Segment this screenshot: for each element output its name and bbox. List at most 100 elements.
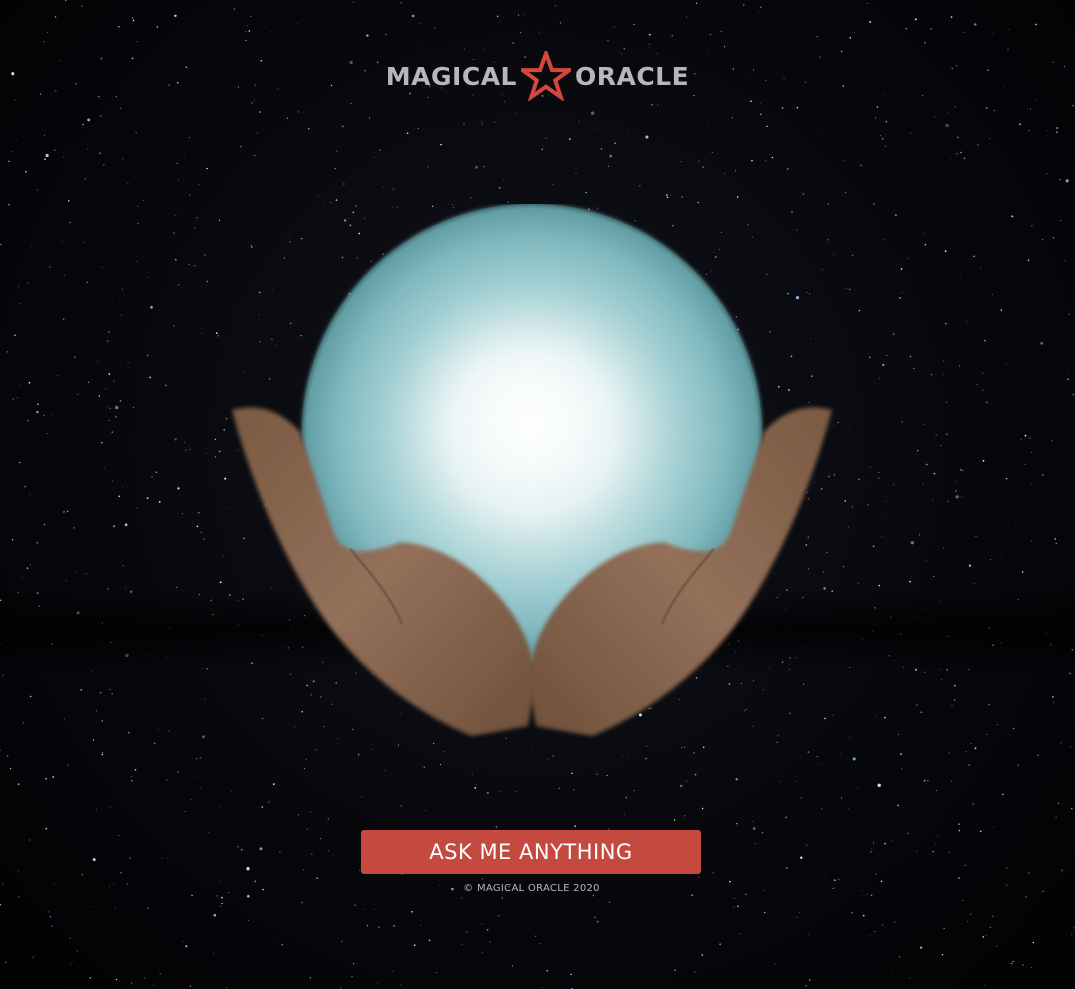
star-dot [950,780,953,783]
star-dot [858,478,860,481]
star-dot [65,579,67,582]
star-dot [401,873,403,876]
star-dot [1000,309,1003,311]
star-dot [240,146,242,148]
star-dot [39,415,41,417]
star-dot [680,161,682,162]
star-dot [475,165,479,169]
star-dot [311,853,313,855]
star-dot [96,808,98,810]
star-dot [596,773,598,775]
star-dot [384,769,386,771]
star-dot [400,805,402,807]
star-dot [161,857,163,859]
star-dot [761,832,764,834]
star-dot [1060,869,1064,872]
star-dot [951,704,953,706]
star-dot [273,918,275,920]
star-dot [817,763,819,765]
star-dot [976,143,979,146]
star-dot [976,383,978,386]
star-dot [426,166,429,168]
star-dot [1004,856,1006,857]
star-dot [767,124,769,126]
star-dot [679,784,683,788]
star-dot [1013,727,1015,730]
star-dot [136,41,138,43]
star-dot [872,842,875,844]
star-dot [351,976,353,978]
star-dot [49,266,51,268]
star-dot [1052,696,1054,698]
star-dot [893,433,895,434]
star-dot [298,814,299,816]
star-dot [614,142,616,144]
star-dot [135,132,137,134]
star-dot [327,850,329,852]
star-dot [423,766,426,768]
star-dot [959,469,962,471]
star-dot [943,547,945,549]
star-dot [385,34,387,35]
star-dot [578,120,580,123]
star-dot [666,196,669,199]
star-dot [849,37,852,39]
star-dot [800,797,803,799]
star-dot [501,897,503,899]
star-dot [248,920,249,922]
star-dot [198,511,200,514]
star-dot [489,35,491,37]
star-dot [400,984,402,986]
star-dot [460,897,463,899]
logo[interactable]: MAGICAL ORACLE [0,44,1075,108]
star-dot [165,723,167,724]
crystal-ball-illustration [232,204,832,736]
star-dot [2,674,4,677]
star-dot [796,917,798,919]
star-dot [685,16,688,18]
star-dot [542,986,544,989]
star-dot [1020,439,1022,441]
star-dot [474,787,477,789]
star-dot [250,15,252,17]
star-dot [1056,131,1058,134]
star-dot [962,899,964,902]
star-dot [600,148,603,150]
star-dot [461,944,463,945]
star-dot [540,132,542,134]
star-dot [872,545,875,548]
star-dot [1035,23,1037,26]
star-dot [158,501,161,503]
star-dot [208,831,210,833]
star-dot [910,541,914,545]
star-dot [374,908,375,910]
star-dot [507,201,509,203]
footer-copyright: © MAGICAL ORACLE 2020 [463,883,600,894]
star-dot [319,837,322,840]
star-dot [202,735,205,739]
star-dot [213,914,217,917]
star-dot [1010,962,1013,965]
star-dot [360,796,362,798]
star-dot [774,963,776,965]
star-dot [411,14,415,18]
star-dot [423,129,425,131]
star-dot [174,14,177,18]
star-dot [0,243,2,246]
star-dot [699,876,700,878]
star-dot [29,493,31,495]
star-dot [244,31,246,33]
star-dot [1051,440,1053,442]
star-dot [573,789,575,791]
star-dot [955,495,959,499]
star-dot [63,274,65,276]
star-dot [195,757,198,760]
star-dot [517,14,520,16]
star-dot [393,925,395,927]
ask-me-anything-button[interactable]: ASK ME ANYTHING [361,830,701,874]
star-dot [237,846,239,848]
star-dot [1055,542,1057,544]
star-dot [948,851,951,854]
star-dot [57,375,58,376]
star-dot [989,926,992,929]
